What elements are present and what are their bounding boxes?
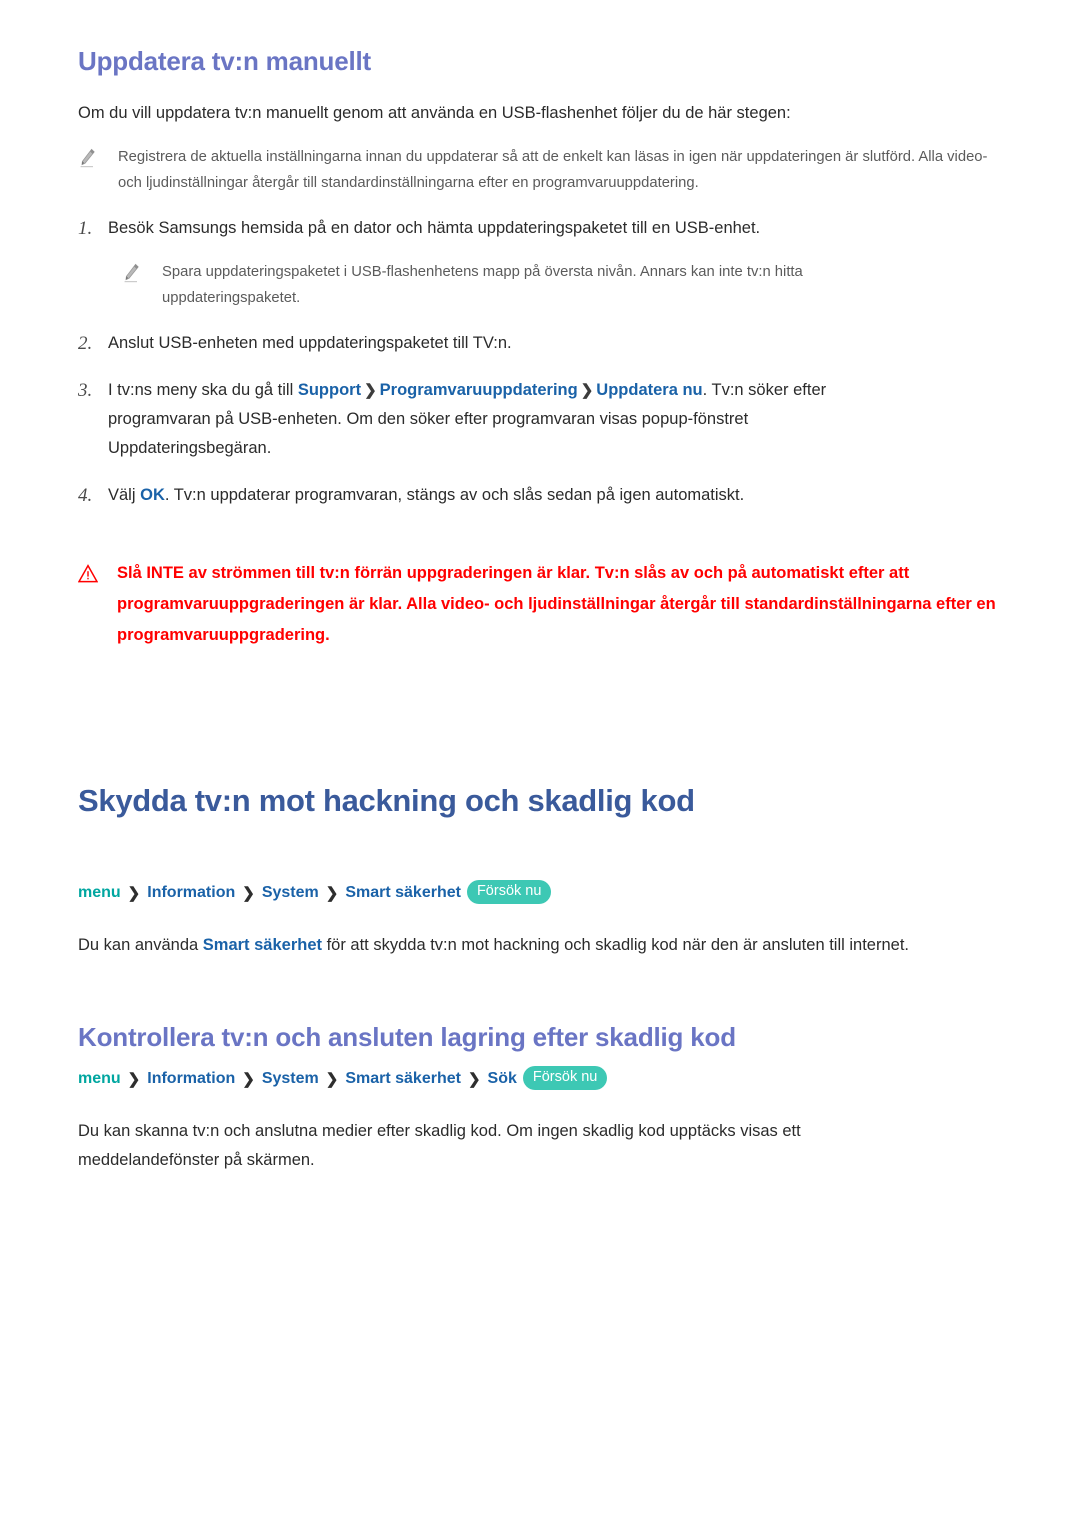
chevron-right-icon: ❯: [242, 885, 255, 902]
breadcrumb-item-system[interactable]: System: [262, 1070, 319, 1088]
try-now-badge[interactable]: Försök nu: [466, 880, 552, 904]
step-3-text: I tv:ns meny ska du gå till Support ❯ Prog…: [108, 376, 868, 463]
step-4-text: Välj OK. Tv:n uppdaterar programvaran, s…: [108, 481, 744, 510]
menu-link-ok[interactable]: OK: [140, 486, 165, 504]
warning-block: Slå INTE av strömmen till tv:n förrän up…: [77, 558, 1018, 651]
chevron-right-icon: ❯: [325, 1071, 339, 1088]
note-step-1: Spara uppdateringspaketet i USB-flashenh…: [122, 259, 1018, 311]
chevron-right-icon: ❯: [127, 1071, 141, 1088]
note-top-text: Registrera de aktuella inställningarna i…: [118, 149, 988, 191]
step-3-number: 3.: [78, 380, 93, 401]
warning-text: Slå INTE av strömmen till tv:n förrän up…: [117, 564, 996, 644]
step-1: 1. Besök Samsungs hemsida på en dator oc…: [78, 214, 1018, 243]
pencil-icon: [122, 263, 140, 283]
pencil-icon: [78, 148, 96, 168]
step-2: 2. Anslut USB-enheten med uppdateringspa…: [78, 329, 1018, 358]
chevron-right-icon: ❯: [364, 382, 377, 399]
section-two-paragraph-suffix: för att skydda tv:n mot hackning och ska…: [322, 936, 909, 954]
breadcrumb-item-smart-sakerhet[interactable]: Smart säkerhet: [345, 884, 461, 902]
section-two-paragraph-prefix: Du kan använda: [78, 936, 203, 954]
step-1-number: 1.: [78, 218, 93, 239]
document-page: Uppdatera tv:n manuellt Om du vill uppda…: [0, 0, 1080, 1527]
chevron-right-icon: ❯: [580, 382, 594, 399]
warning-triangle-icon: [77, 564, 99, 584]
note-top: Registrera de aktuella inställningarna i…: [78, 144, 1018, 196]
chevron-right-icon: ❯: [127, 885, 141, 902]
section-three-paragraph: Du kan skanna tv:n och anslutna medier e…: [78, 1122, 801, 1169]
step-1-text: Besök Samsungs hemsida på en dator och h…: [108, 219, 761, 237]
menu-link-support[interactable]: Support: [298, 381, 361, 399]
section-two-paragraph: Du kan använda Smart säkerhet för att sk…: [78, 931, 1018, 960]
chevron-right-icon: ❯: [242, 1071, 255, 1088]
chevron-right-icon: ❯: [467, 1071, 481, 1088]
step-2-text: Anslut USB-enheten med uppdateringspaket…: [108, 334, 512, 352]
breadcrumb-item-information[interactable]: Information: [147, 1070, 235, 1088]
step-3: 3. I tv:ns meny ska du gå till Support ❯ P…: [78, 376, 1018, 463]
section-one-heading: Uppdatera tv:n manuellt: [78, 46, 371, 76]
breadcrumb-menu-label[interactable]: menu: [78, 884, 121, 902]
breadcrumb-item-smart-sakerhet[interactable]: Smart säkerhet: [345, 1070, 461, 1088]
section-two-heading: Skydda tv:n mot hackning och skadlig kod: [78, 783, 695, 818]
menu-link-programvaruuppdatering[interactable]: Programvaruuppdatering: [380, 381, 578, 399]
step-4-suffix: . Tv:n uppdaterar programvaran, stängs a…: [164, 486, 745, 504]
step-3-prefix: I tv:ns meny ska du gå till: [108, 381, 298, 399]
try-now-badge[interactable]: Försök nu: [522, 1066, 608, 1090]
breadcrumb-sok: menu ❯ Information ❯ System ❯ Smart säke…: [78, 1066, 1018, 1091]
breadcrumb-smart-sakerhet: menu ❯ Information ❯ System ❯ Smart säke…: [78, 880, 1018, 905]
step-4-number: 4.: [78, 485, 93, 506]
breadcrumb-item-system[interactable]: System: [262, 884, 319, 902]
breadcrumb-item-information[interactable]: Information: [147, 884, 235, 902]
step-4: 4. Välj OK. Tv:n uppdaterar programvaran…: [78, 481, 1018, 510]
chevron-right-icon: ❯: [325, 885, 339, 902]
step-2-number: 2.: [78, 333, 93, 354]
menu-link-uppdatera-nu[interactable]: Uppdatera nu: [596, 381, 702, 399]
menu-link-smart-sakerhet[interactable]: Smart säkerhet: [203, 936, 322, 954]
note-step-1-text: Spara uppdateringspaketet i USB-flashenh…: [162, 264, 803, 306]
step-4-prefix: Välj: [108, 486, 141, 504]
section-one-intro: Om du vill uppdatera tv:n manuellt genom…: [78, 104, 791, 122]
breadcrumb-item-sok[interactable]: Sök: [488, 1070, 517, 1088]
breadcrumb-menu-label[interactable]: menu: [78, 1070, 121, 1088]
section-three-heading: Kontrollera tv:n och ansluten lagring ef…: [78, 1022, 736, 1052]
